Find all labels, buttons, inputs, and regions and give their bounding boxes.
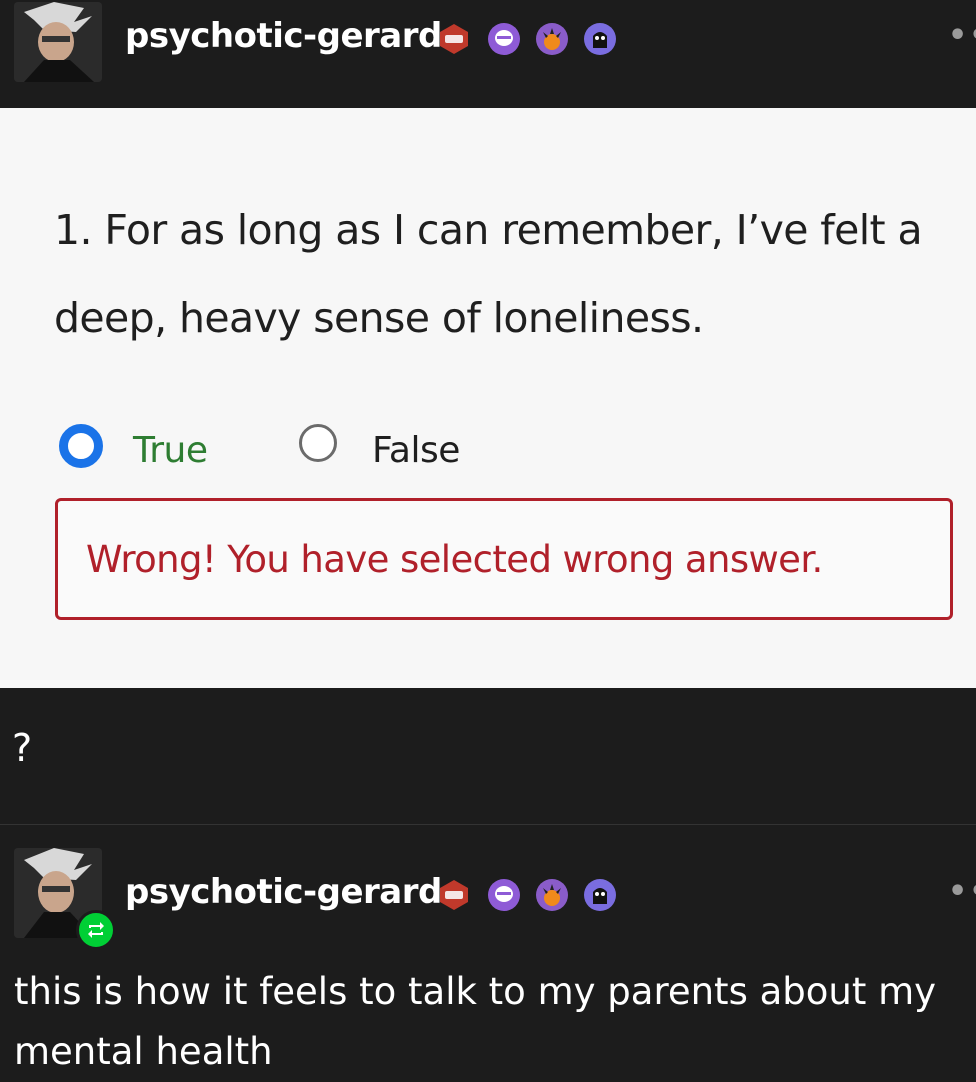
reblog-icon: [88, 922, 104, 938]
purple-shell-icon: [488, 23, 520, 55]
reblog-username[interactable]: psychotic-gerard: [125, 872, 442, 912]
radio-true-selected: [59, 424, 103, 468]
badge-row: [437, 22, 627, 62]
feedback-message: Wrong! You have selected wrong answer.: [86, 538, 823, 581]
ghost-orb-icon: [584, 879, 616, 911]
option-false-label: False: [372, 430, 460, 471]
more-options-button[interactable]: ••: [948, 18, 976, 53]
quiz-question: 1. For as long as I can remember, I’ve f…: [54, 206, 923, 342]
ghost-orb-icon: [584, 23, 616, 55]
sun-orb-icon: [536, 23, 568, 55]
avatar-image: [14, 2, 102, 82]
red-badge-icon: [440, 24, 468, 54]
radio-false: [299, 424, 337, 462]
reblog-more-options-button[interactable]: ••: [948, 874, 976, 909]
red-badge-icon: [440, 880, 468, 910]
post-divider: [0, 824, 976, 825]
post-caption: ?: [12, 726, 33, 770]
avatar[interactable]: [14, 2, 102, 82]
reblog-badge-row: [437, 878, 627, 918]
username[interactable]: psychotic-gerard: [125, 16, 442, 56]
purple-shell-icon: [488, 879, 520, 911]
reblog-comment: this is how it feels to talk to my paren…: [14, 970, 937, 1073]
reblog-badge: [76, 910, 116, 950]
sun-orb-icon: [536, 879, 568, 911]
option-true-label: True: [133, 430, 208, 471]
